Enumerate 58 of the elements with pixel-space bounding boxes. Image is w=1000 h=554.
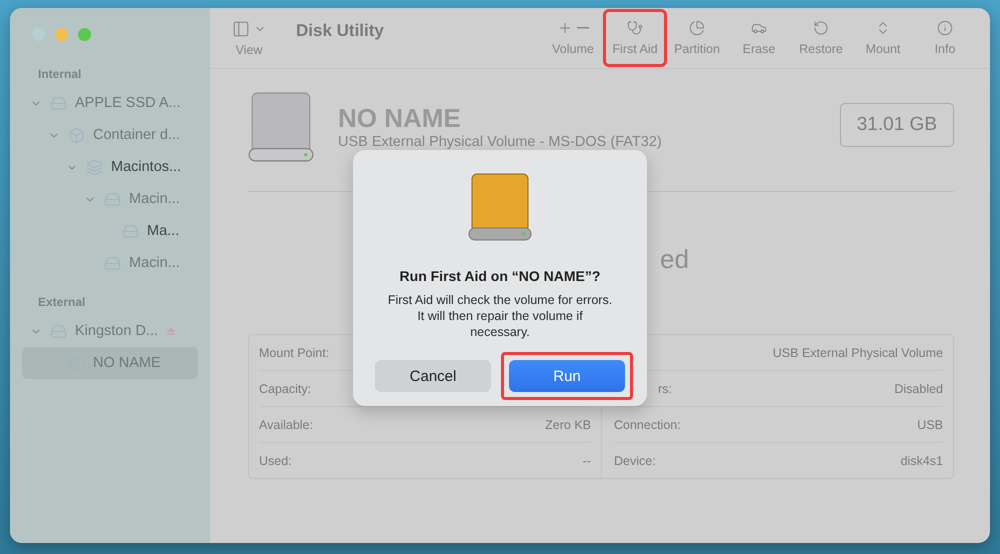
layers-icon (86, 158, 103, 176)
sidebar-item[interactable]: NO NAME (22, 347, 198, 379)
info-value: -- (582, 454, 591, 468)
drive-icon (122, 222, 139, 240)
info-icon (937, 20, 953, 36)
first-aid-button[interactable]: First Aid (606, 12, 664, 64)
mount-button[interactable]: Mount (854, 12, 912, 64)
status-text: ed (660, 244, 689, 274)
run-button[interactable]: Run (509, 360, 625, 392)
info-label: Available: (259, 418, 313, 432)
restore-button[interactable]: Restore (792, 12, 850, 64)
drive-icon (248, 91, 314, 163)
info-value: USB External Physical Volume (772, 346, 943, 360)
view-button[interactable]: View (232, 20, 266, 56)
info-value: Disabled (894, 382, 943, 396)
sidebar-item[interactable]: Container d... (22, 119, 198, 151)
partition-button[interactable]: Partition (668, 12, 726, 64)
info-value: USB (917, 418, 943, 432)
cube-icon (68, 126, 85, 144)
drive-icon (104, 254, 121, 272)
minimize-button[interactable] (55, 28, 68, 41)
volume-description: USB External Physical Volume - MS-DOS (FAT32) (338, 134, 663, 150)
zoom-button[interactable] (78, 28, 91, 41)
info-value: disk4s1 (900, 454, 943, 468)
info-button[interactable]: Info (916, 12, 974, 64)
info-label: Connection: (614, 418, 681, 432)
pie-chart-icon (689, 20, 705, 36)
erase-button[interactable]: Erase (730, 12, 788, 64)
section-title: External (37, 295, 86, 309)
drive-icon (104, 190, 121, 208)
drive-icon (50, 94, 67, 112)
info-label: Used: (259, 454, 292, 468)
volume-size: 31.01 GB (840, 103, 954, 147)
eject-icon[interactable] (166, 326, 176, 336)
info-label: Device: (614, 454, 656, 468)
sidebar-item[interactable]: Macin... (22, 183, 198, 215)
dialog-title: Run First Aid on “NO NAME”? (400, 268, 600, 284)
drive-icon (468, 172, 532, 242)
minus-icon (577, 27, 589, 29)
info-label: Mount Point: (259, 346, 330, 360)
sidebar-icon (232, 20, 250, 38)
section-title: Internal (37, 67, 82, 81)
info-label: Capacity: (259, 382, 312, 396)
sidebar-item[interactable]: Macin... (22, 247, 198, 279)
stethoscope-icon (627, 20, 643, 36)
volume-button[interactable]: Volume (544, 12, 602, 64)
sidebar-item[interactable]: Kingston D... (22, 315, 198, 347)
info-label: rs: (657, 382, 672, 396)
info-value: Zero KB (545, 418, 591, 432)
sidebar-item[interactable]: Ma... (22, 215, 198, 247)
restore-icon (813, 20, 829, 36)
drive-icon (50, 322, 67, 340)
window-title: Disk Utility (296, 21, 385, 41)
dialog-message: First Aid will check the volume for errors. It will then repair the volume if necessary. (386, 292, 614, 340)
cancel-button[interactable]: Cancel (375, 360, 491, 392)
sidebar-item[interactable]: APPLE SSD A... (22, 87, 198, 119)
sidebar-item[interactable]: Macintos... (22, 151, 198, 183)
plus-icon (557, 20, 573, 36)
